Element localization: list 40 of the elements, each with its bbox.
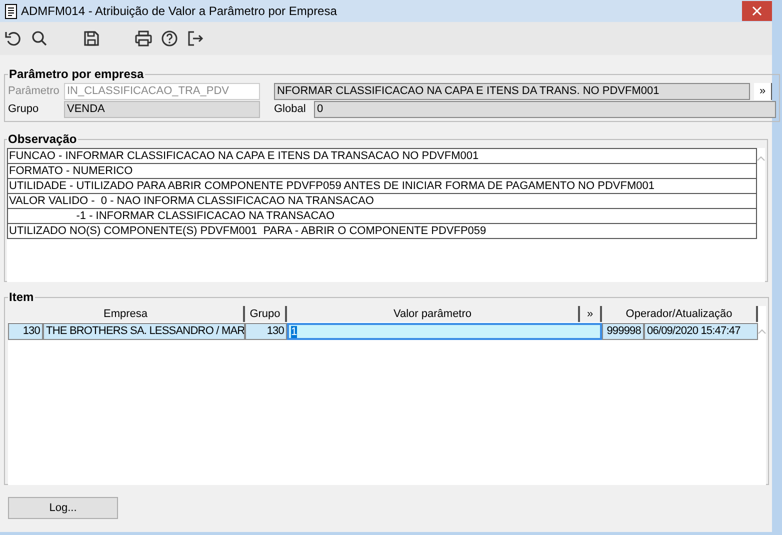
table-cell: THE BROTHERS SA. LESSANDRO / MAR	[43, 323, 245, 340]
table-cell: 130	[8, 323, 43, 340]
search-icon	[30, 30, 48, 47]
value-field[interactable]: 1	[287, 323, 602, 340]
save-icon	[82, 30, 100, 47]
field-label: Global	[274, 102, 307, 118]
panel-title: Item	[8, 289, 35, 306]
column-header[interactable]: Operador/Atualização	[602, 306, 758, 322]
more-button[interactable]: »	[754, 83, 772, 100]
save-button[interactable]	[81, 28, 101, 48]
document-icon	[5, 4, 17, 18]
table-cell: 999998	[602, 323, 644, 340]
table-cell: 06/09/2020 15:47:47	[644, 323, 758, 340]
parameter-field[interactable]: IN_CLASSIFICACAO_TRA_PDV	[64, 83, 260, 100]
close-icon	[752, 6, 762, 16]
table-cell: 130	[245, 323, 287, 340]
scroll-up-icon	[758, 329, 766, 334]
scroll-up-icon	[757, 156, 765, 161]
search-button[interactable]	[29, 28, 49, 48]
help-button[interactable]	[159, 28, 179, 48]
column-header[interactable]: Empresa	[8, 306, 245, 322]
undo-icon	[4, 30, 22, 47]
printer-button[interactable]	[133, 28, 153, 48]
more-button[interactable]: »	[580, 306, 602, 322]
exit-icon	[186, 30, 204, 47]
description-field: NFORMAR CLASSIFICACAO NA CAPA E ITENS DA TRANS. NO PDVFM001	[274, 83, 750, 100]
window-title: ADMFM014 - Atribuição de Valor a Parâmetro por Empresa	[21, 3, 337, 20]
help-icon	[160, 30, 178, 47]
global-field: 0	[314, 101, 776, 118]
log-button[interactable]: Log...	[8, 497, 118, 519]
group-field: VENDA	[64, 101, 260, 118]
field-label: Grupo	[8, 102, 40, 118]
panel-title: Parâmetro por empresa	[8, 66, 145, 83]
close-button[interactable]	[742, 1, 772, 21]
printer-icon	[134, 30, 152, 47]
field-label: Parâmetro	[8, 84, 60, 100]
column-header[interactable]: Valor parâmetro	[287, 306, 580, 322]
column-header[interactable]: Grupo	[245, 306, 287, 322]
table-row[interactable]: 130 THE BROTHERS SA. LESSANDRO / MAR 130 1 999998 06/09/2020 15:47:47	[8, 323, 758, 340]
panel-title: Observação	[7, 131, 78, 148]
